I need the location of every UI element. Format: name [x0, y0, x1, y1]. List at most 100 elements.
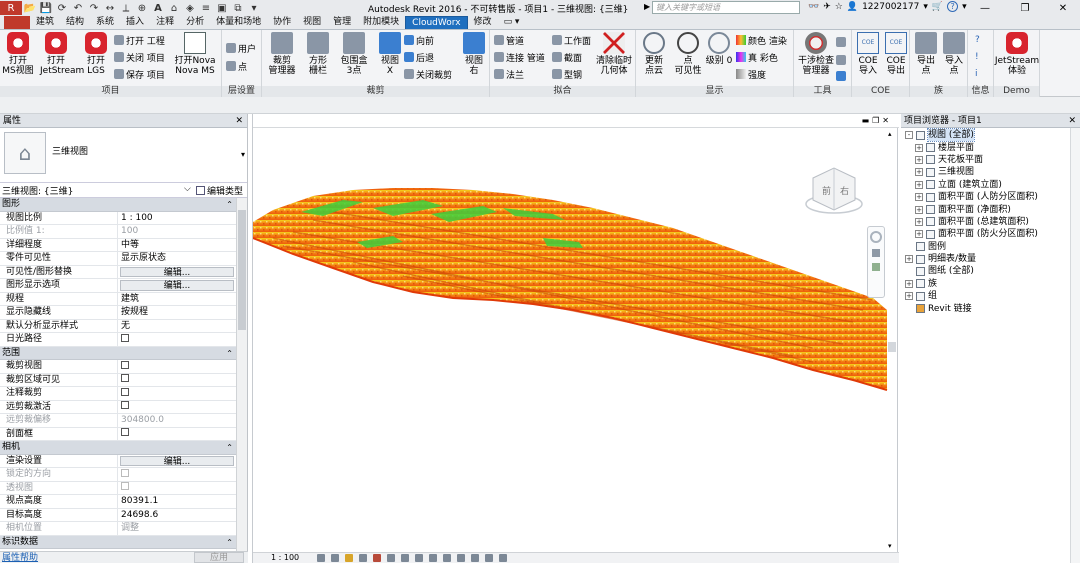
tab-cloudworx[interactable]: CloudWorx	[405, 16, 468, 29]
viewport-close-icon[interactable]: ✕	[882, 116, 889, 125]
edit-button[interactable]: 编辑...	[120, 280, 234, 291]
scroll-up-icon[interactable]: ▴	[888, 130, 892, 138]
tree-node[interactable]: + 三维视图	[901, 166, 1080, 178]
scroll-down-icon[interactable]: ▾	[888, 542, 892, 550]
binoculars-icon[interactable]: 👓	[808, 2, 819, 12]
ribbon-minimize-toggle[interactable]: ▭ ▾	[498, 16, 526, 29]
collapse-icon[interactable]: ⌃	[226, 198, 233, 211]
jetstream-experience-button[interactable]: JetStream 体验	[994, 32, 1040, 76]
tree-node[interactable]: + 立面 (建筑立面)	[901, 179, 1080, 191]
property-value[interactable]: 按规程	[118, 306, 236, 319]
open-lgs-button[interactable]: 打开 LGS	[80, 32, 112, 76]
zoom-icon[interactable]	[872, 249, 880, 257]
text-icon[interactable]: A	[150, 1, 166, 15]
tab-architecture[interactable]: 建筑	[30, 16, 60, 29]
collapse-icon[interactable]: ⌃	[226, 536, 233, 549]
instance-selector[interactable]: 三维视图: {三维}	[2, 184, 73, 197]
user-dropdown-icon[interactable]: ▾	[923, 2, 928, 12]
property-checkbox[interactable]	[121, 387, 129, 396]
user-layer-button[interactable]: 用户	[226, 42, 256, 55]
section-button[interactable]: 截面	[552, 51, 582, 64]
undo-icon[interactable]: ↶	[70, 1, 86, 15]
subscription-icon[interactable]: ✈	[823, 2, 831, 12]
user-icon[interactable]: 👤	[847, 2, 858, 12]
expand-icon[interactable]: +	[915, 168, 923, 177]
property-checkbox[interactable]	[121, 401, 129, 409]
instance-dropdown-icon[interactable]: ⌵	[184, 184, 191, 194]
3d-view-icon[interactable]: ⌂	[166, 1, 182, 15]
pipe-button[interactable]: 管道	[494, 34, 524, 47]
point-cloud-scan[interactable]	[253, 172, 899, 472]
tree-node[interactable]: 图例	[901, 241, 1080, 253]
tab-structure[interactable]: 结构	[60, 16, 90, 29]
apply-button[interactable]: 应用	[194, 552, 244, 563]
help-icon[interactable]: ?	[947, 1, 959, 12]
detail-level-icon[interactable]	[317, 554, 325, 562]
temp-hide-icon[interactable]	[429, 554, 437, 562]
tree-node[interactable]: Revit 链接	[901, 302, 1080, 314]
save-project-button[interactable]: 保存 项目	[114, 68, 165, 81]
tree-node[interactable]: + 明细表/数量	[901, 253, 1080, 265]
edit-button[interactable]: 编辑...	[120, 266, 234, 277]
thin-lines-icon[interactable]: ≡	[198, 1, 214, 15]
square-fence-button[interactable]: 方形 栅栏	[302, 32, 334, 76]
measure-icon[interactable]: ↔	[102, 1, 118, 15]
viewport-scroll-thumb[interactable]	[888, 342, 896, 352]
worksharing-icon[interactable]	[499, 554, 507, 562]
tool-extra-1-button[interactable]	[836, 36, 846, 48]
rendering-icon[interactable]	[373, 554, 381, 562]
favorites-icon[interactable]: ☆	[835, 2, 843, 12]
tag-icon[interactable]: ⊕	[134, 1, 150, 15]
lock-3d-icon[interactable]	[415, 554, 423, 562]
property-value[interactable]: 中等	[118, 239, 236, 252]
tool-extra-2-button[interactable]	[836, 54, 846, 66]
close-button[interactable]: ✕	[1044, 0, 1080, 16]
restore-button[interactable]: ❐	[1006, 0, 1044, 16]
tree-node[interactable]: + 族	[901, 278, 1080, 290]
visual-style-icon[interactable]	[331, 554, 339, 562]
property-value[interactable]: 显示原状态	[118, 252, 236, 265]
shadows-icon[interactable]	[359, 554, 367, 562]
info-about-button[interactable]: i	[975, 68, 978, 80]
property-value[interactable]: 无	[118, 320, 236, 333]
expand-icon[interactable]: +	[915, 155, 923, 164]
expand-icon[interactable]: +	[915, 217, 923, 226]
dimension-icon[interactable]: ⟂	[118, 1, 134, 15]
view-scale[interactable]: 1 : 100	[271, 553, 299, 563]
save-icon[interactable]: 💾	[38, 1, 54, 15]
section-icon[interactable]: ◈	[182, 1, 198, 15]
view-right-button[interactable]: 视图 右	[458, 32, 490, 76]
tree-node[interactable]: + 面积平面 (人防分区面积)	[901, 191, 1080, 203]
tree-node[interactable]: + 面积平面 (防火分区面积)	[901, 228, 1080, 240]
expand-icon[interactable]: +	[915, 143, 923, 152]
project-browser-close-icon[interactable]: ✕	[1068, 114, 1076, 128]
tree-node[interactable]: + 面积平面 (净面积)	[901, 203, 1080, 215]
tree-node[interactable]: - 视图 (全部)	[901, 128, 1080, 143]
properties-scrollbar[interactable]	[236, 198, 247, 551]
type-dropdown-icon[interactable]: ▾	[241, 150, 245, 159]
type-selector[interactable]: ⌂ 三维视图 ▾	[0, 128, 247, 183]
tree-node[interactable]: + 面积平面 (总建筑面积)	[901, 216, 1080, 228]
reveal-hidden-icon[interactable]	[443, 554, 451, 562]
expand-icon[interactable]: +	[905, 255, 913, 264]
expand-icon[interactable]: +	[905, 292, 913, 301]
highlight-displacement-icon[interactable]	[471, 554, 479, 562]
expand-icon[interactable]: +	[915, 193, 923, 202]
tab-massing-site[interactable]: 体量和场地	[210, 16, 267, 29]
customize-qat-icon[interactable]: ▾	[246, 1, 262, 15]
connect-pipe-button[interactable]: 连接 管道	[494, 51, 545, 64]
collapse-icon[interactable]: ⌃	[226, 441, 233, 454]
edit-button[interactable]: 编辑...	[120, 455, 234, 466]
property-category[interactable]: 范围 ⌃	[0, 346, 236, 360]
property-checkbox[interactable]	[121, 428, 129, 436]
open-ms-view-button[interactable]: 打开 MS视图	[2, 32, 34, 76]
tree-node[interactable]: + 天花板平面	[901, 154, 1080, 166]
level-button[interactable]: 级别 0	[702, 32, 736, 66]
sync-icon[interactable]: ⟳	[54, 1, 70, 15]
steering-wheel-icon[interactable]	[870, 231, 882, 243]
property-checkbox[interactable]	[121, 333, 129, 342]
property-checkbox[interactable]	[121, 374, 129, 382]
expand-icon[interactable]: +	[905, 279, 913, 288]
clear-temp-geometry-button[interactable]: 清除临时 几何体	[594, 32, 634, 76]
app-menu-button[interactable]: R	[0, 1, 22, 15]
